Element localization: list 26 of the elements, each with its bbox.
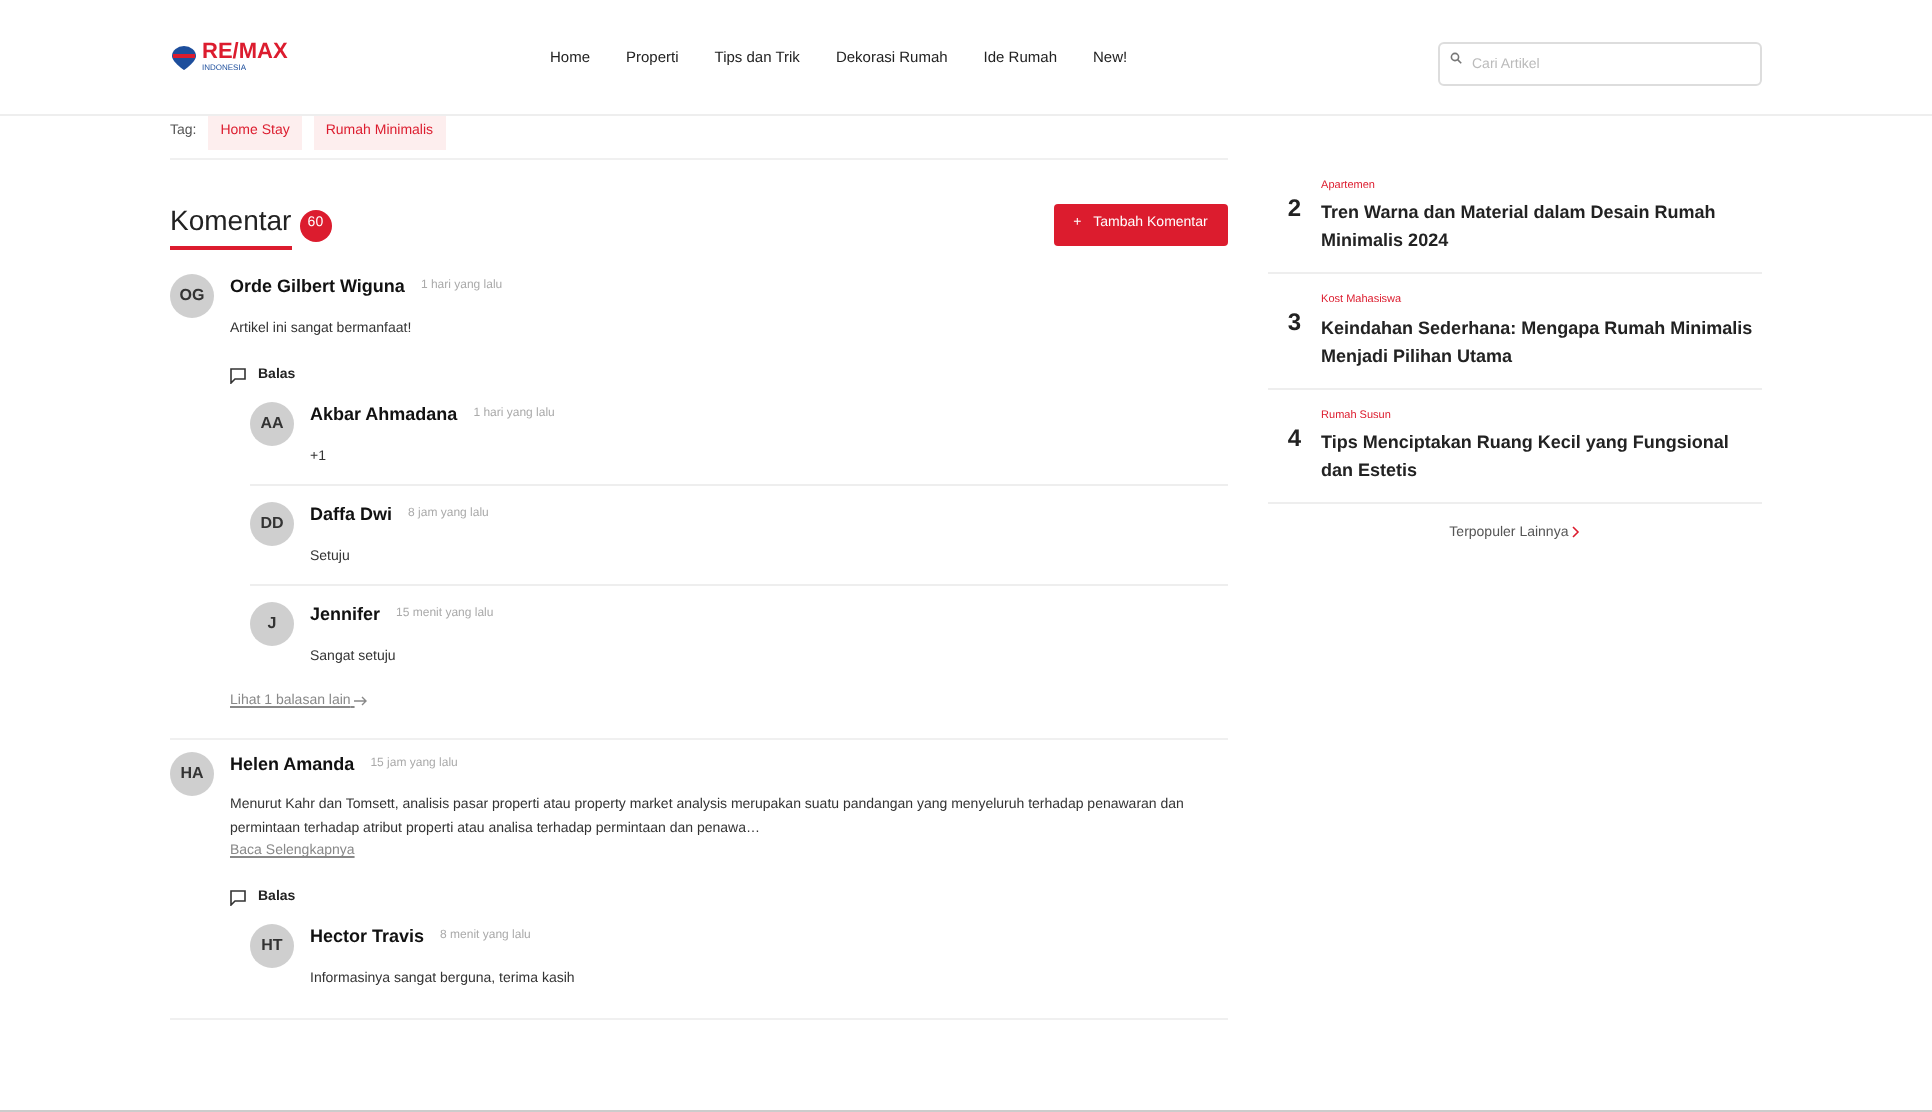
- balloon-icon: [170, 43, 198, 71]
- article-title[interactable]: Tips Menciptakan Ruang Kecil yang Fungsional dan Estetis: [1321, 427, 1762, 484]
- commenter-name: Orde Gilbert Wiguna: [230, 274, 405, 300]
- comment-icon: [230, 889, 246, 906]
- commenter-name: Jennifer: [310, 602, 381, 628]
- rank-number: 2: [1287, 192, 1302, 226]
- avatar: DD: [250, 502, 294, 546]
- commenter-name: Hector Travis: [310, 924, 425, 950]
- article-title[interactable]: Tren Warna dan Material dalam Desain Rumah Minimalis 2024: [1321, 198, 1762, 255]
- commenter-name: Akbar Ahmadana: [310, 402, 458, 428]
- article-title[interactable]: Keindahan Sederhana: Mengapa Rumah Minimalis Menjadi Pilihan Utama: [1321, 313, 1762, 369]
- rank-number: 3: [1287, 306, 1302, 341]
- avatar: HT: [250, 924, 294, 968]
- commenter-name: Helen Amanda: [230, 751, 355, 777]
- search-icon: [1450, 51, 1462, 63]
- avatar: OG: [170, 274, 214, 318]
- avatar: HA: [170, 751, 214, 795]
- arrow-right-icon: [354, 695, 369, 706]
- chevron-right-icon: [1572, 525, 1581, 538]
- commenter-name: Daffa Dwi: [310, 502, 393, 528]
- rank-number: 4: [1287, 421, 1302, 455]
- section-title: Komentar: [170, 200, 292, 250]
- comment-icon: [230, 367, 246, 384]
- avatar: AA: [250, 402, 294, 446]
- logo-text: RE/MAX: [202, 42, 288, 64]
- avatar: J: [250, 602, 294, 646]
